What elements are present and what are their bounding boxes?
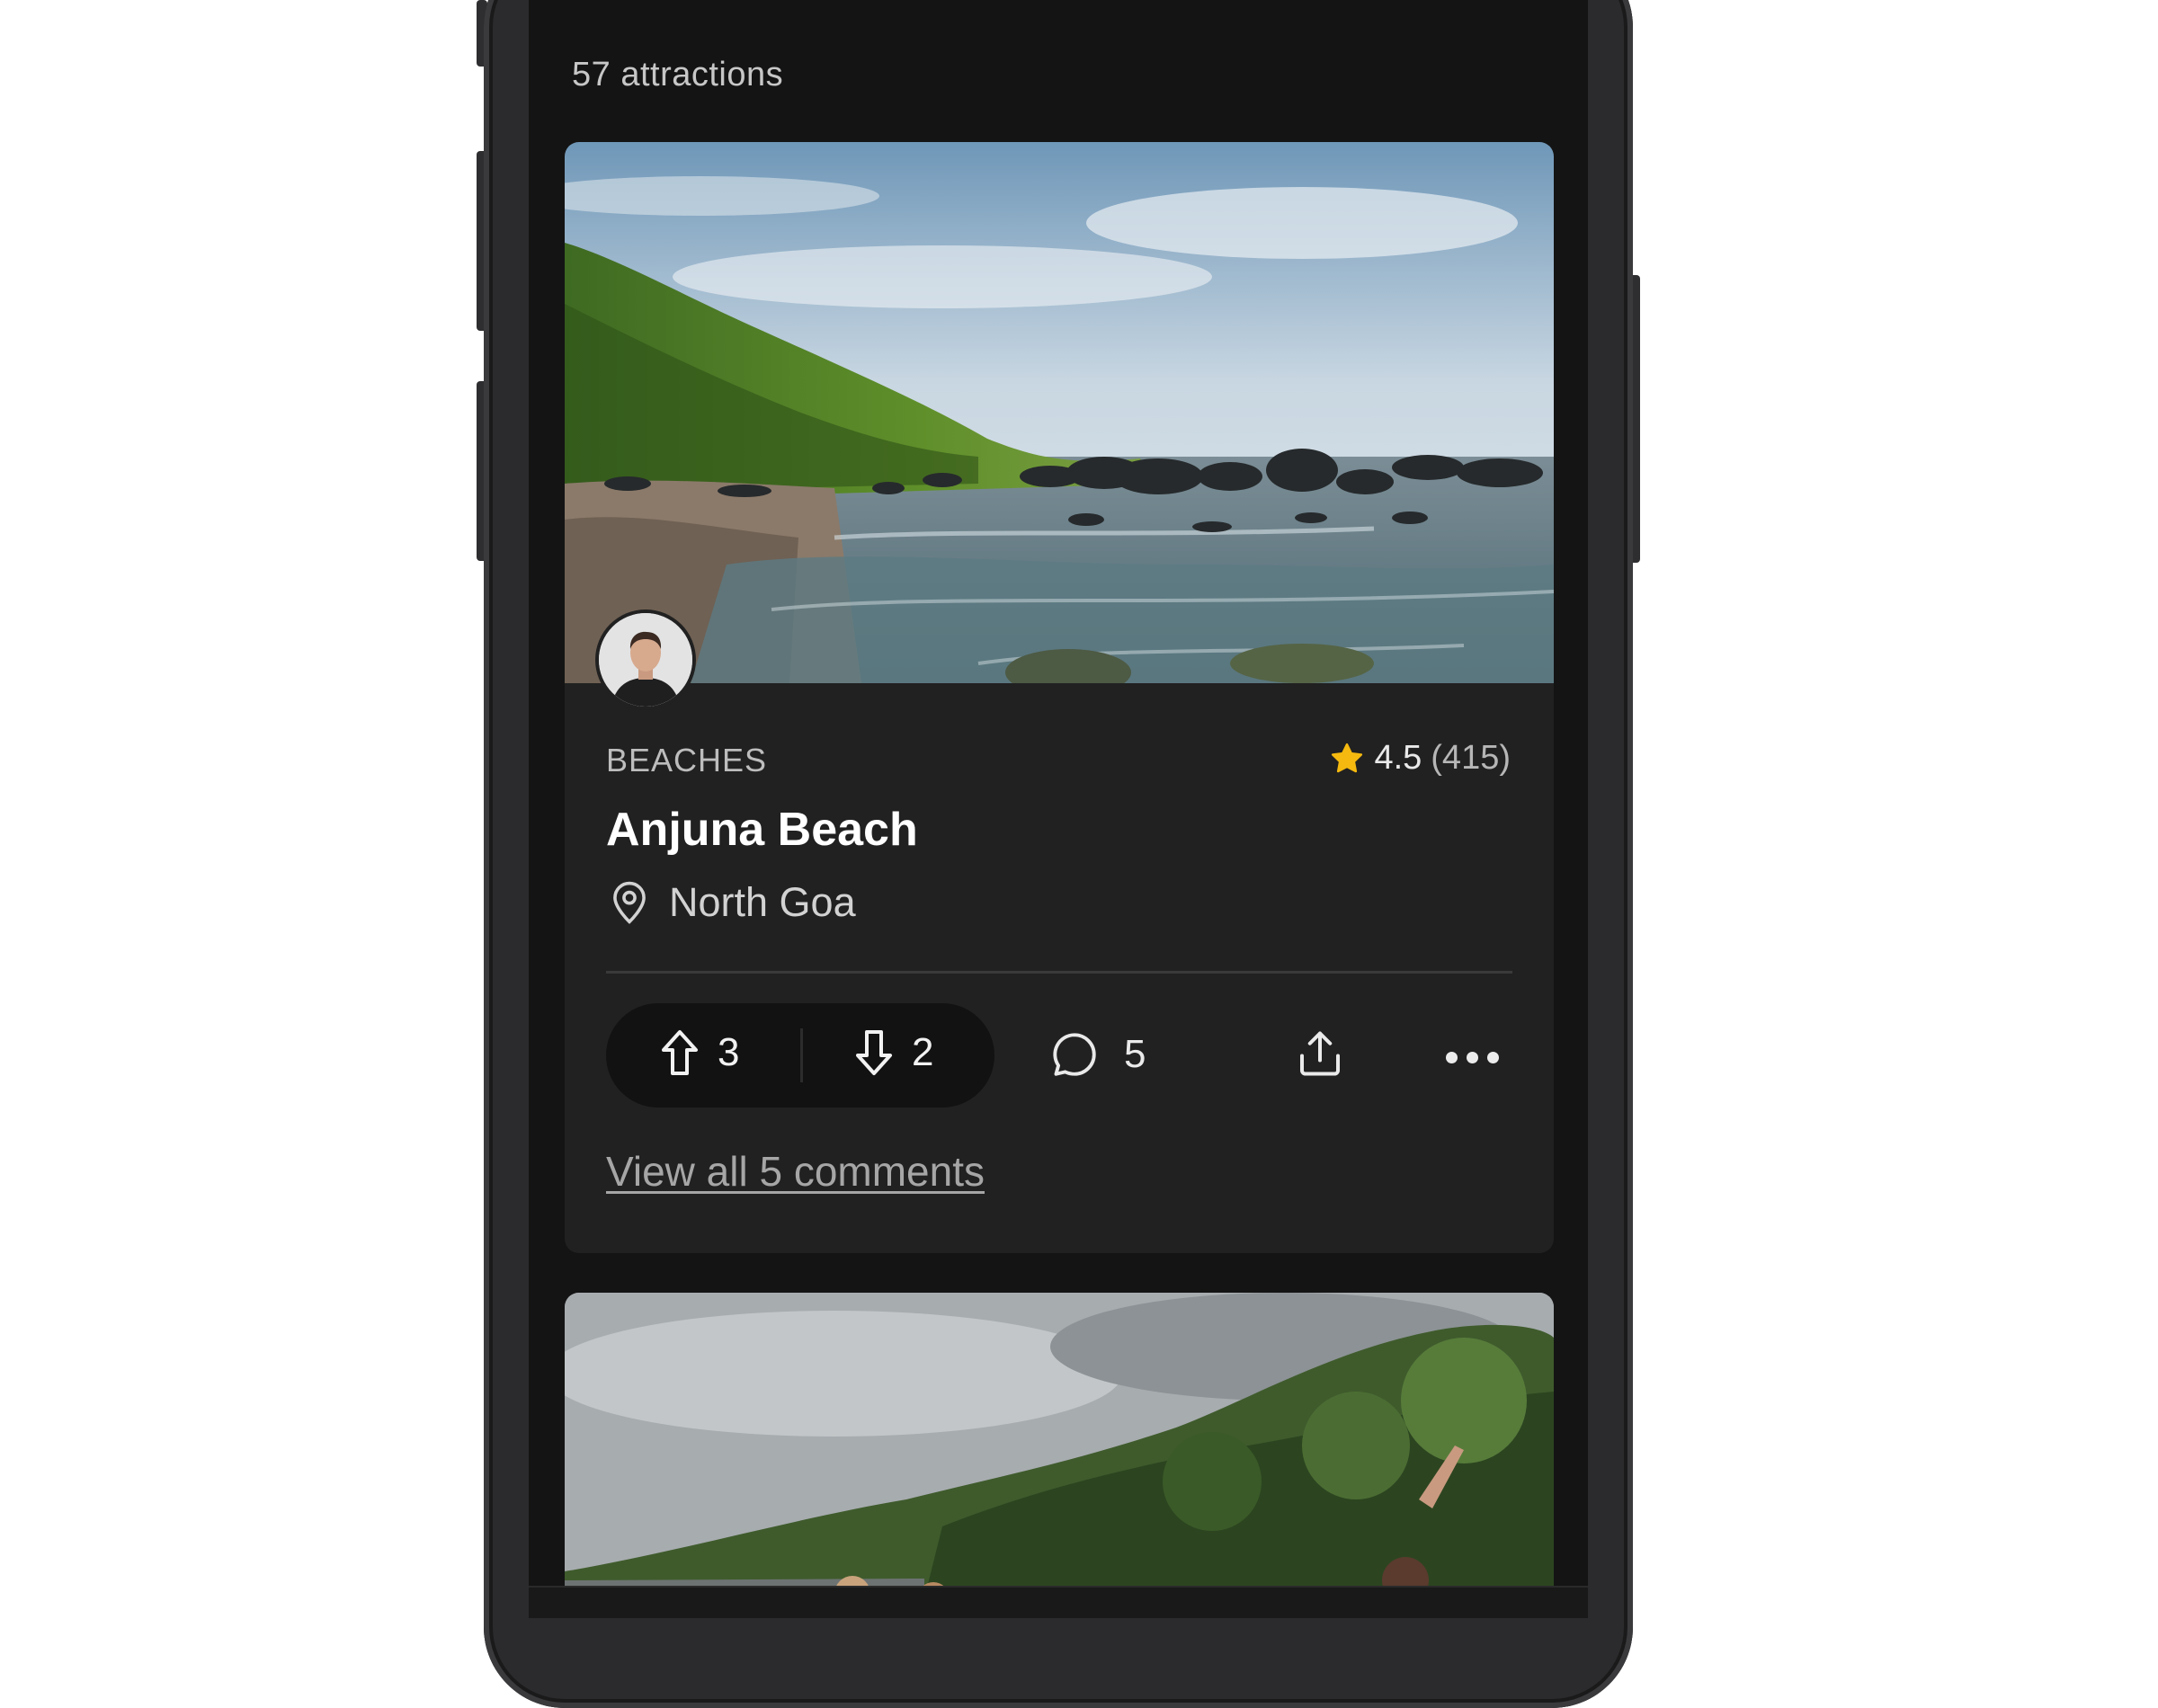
comment-icon	[1053, 1033, 1096, 1076]
rating: 4.5 (415)	[1329, 739, 1511, 778]
user-avatar[interactable]	[599, 613, 692, 707]
location: North Goa	[610, 879, 856, 926]
location-pin-icon	[613, 881, 646, 924]
location-text: North Goa	[669, 879, 856, 925]
more-dots-icon	[1446, 1052, 1458, 1063]
arrow-up-icon	[662, 1030, 698, 1075]
rating-value: 4.5	[1374, 739, 1422, 777]
share-button[interactable]	[1293, 1027, 1347, 1085]
rating-count: (415)	[1431, 739, 1511, 777]
downvote-button[interactable]: 2	[854, 1028, 933, 1077]
app-screen: 57 attractions BEACHES 4.5 (415) Anjuna …	[529, 0, 1588, 1618]
downvote-count: 2	[912, 1030, 934, 1074]
view-all-comments-link[interactable]: View all 5 comments	[606, 1147, 985, 1196]
category-label: BEACHES	[606, 742, 768, 778]
comment-button[interactable]: 5	[1048, 1028, 1146, 1081]
next-attraction-card[interactable]	[565, 1293, 1554, 1618]
attraction-card[interactable]: BEACHES 4.5 (415) Anjuna Beach North Goa…	[565, 142, 1554, 1253]
card-divider	[606, 971, 1512, 974]
attractions-count: 57 attractions	[572, 56, 784, 93]
bottom-navigation-bar	[529, 1586, 1588, 1618]
upvote-count: 3	[718, 1030, 740, 1074]
more-dots-icon	[1467, 1052, 1478, 1063]
comment-count: 5	[1124, 1032, 1146, 1076]
share-icon	[1300, 1031, 1340, 1076]
upvote-button[interactable]: 3	[660, 1028, 739, 1077]
vote-control: 3 2	[606, 1003, 994, 1108]
star-icon	[1332, 743, 1363, 772]
arrow-down-icon	[856, 1030, 892, 1075]
beach-photo[interactable]	[565, 142, 1554, 683]
more-options-button[interactable]	[1446, 1052, 1499, 1063]
more-dots-icon	[1487, 1052, 1499, 1063]
attraction-title[interactable]: Anjuna Beach	[606, 803, 918, 857]
vote-separator	[800, 1028, 803, 1082]
user-avatar-image	[599, 613, 692, 707]
trekking-group-photo	[565, 1293, 1554, 1618]
